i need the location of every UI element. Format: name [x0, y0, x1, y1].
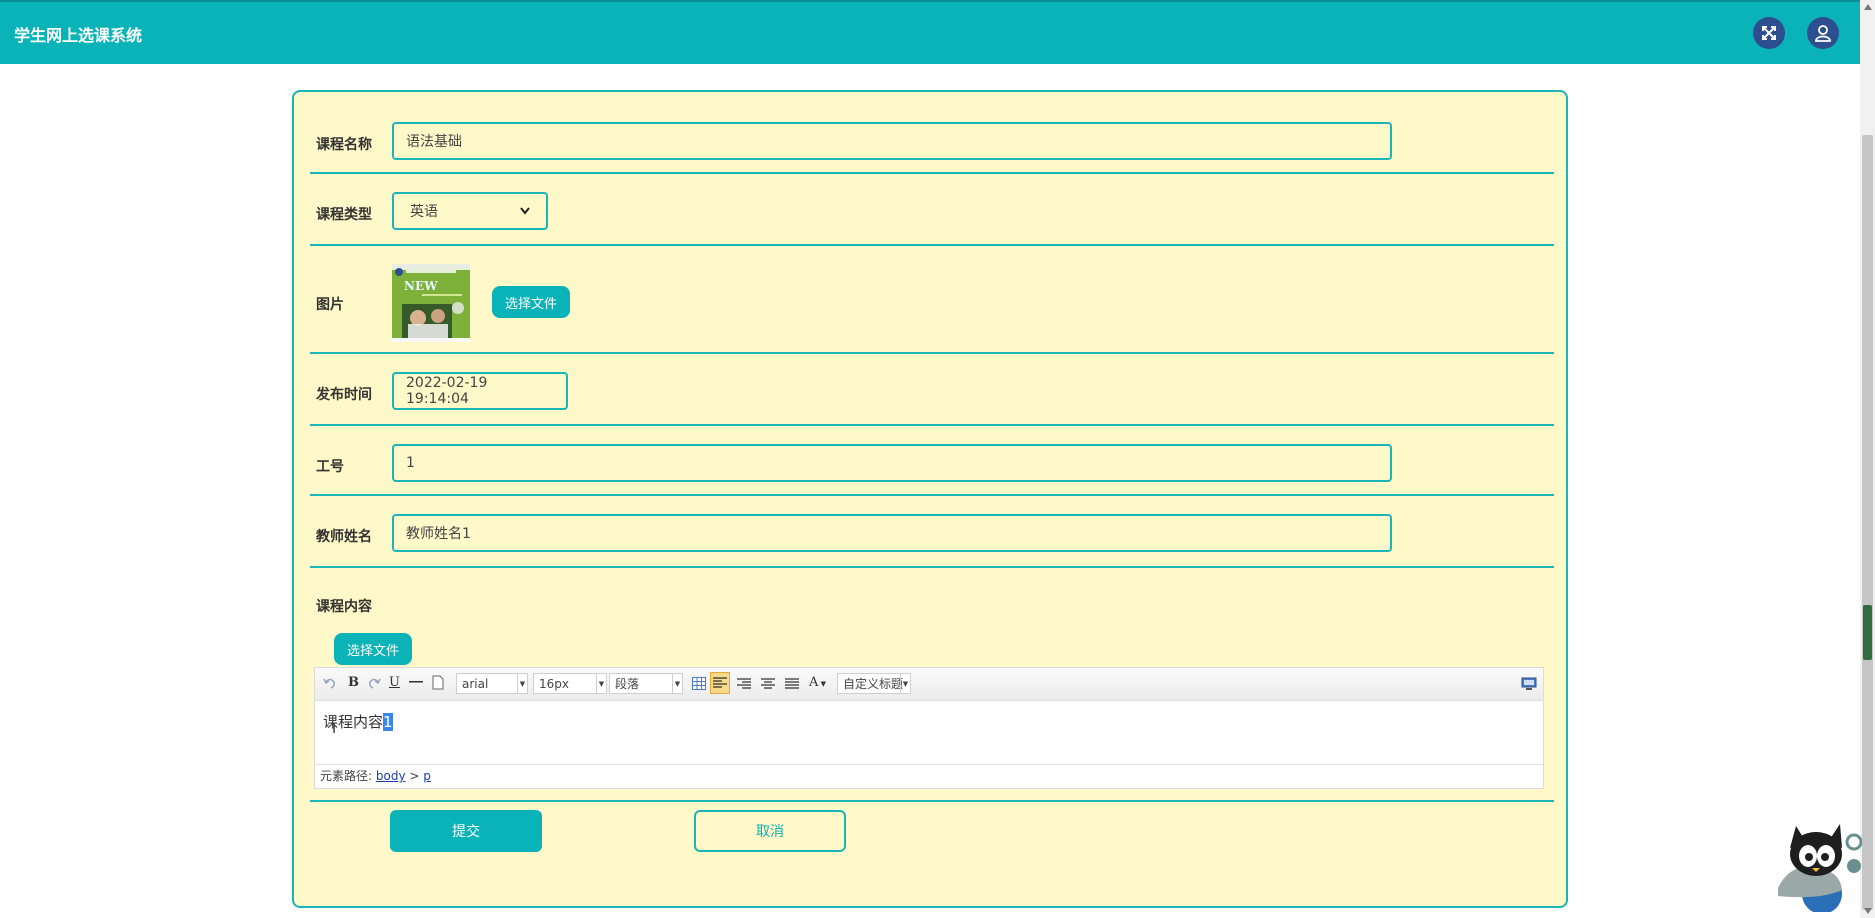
dropdown-arrow-icon: ▼ [596, 674, 606, 693]
chevron-down-icon [520, 207, 530, 215]
font-color-button[interactable]: A ▼ [809, 675, 826, 690]
svg-text:NEW: NEW [404, 279, 438, 293]
publish-time-input[interactable]: 2022-02-19 19:14:04 [392, 372, 568, 410]
editor-toolbar: B U arial ▼ 16px ▼ 段落 ▼ A ▼ 自定义标题 ▼ [315, 668, 1543, 701]
undo-icon[interactable] [323, 676, 337, 690]
app-title: 学生网上选课系统 [14, 26, 143, 45]
align-left-icon [713, 677, 727, 688]
image-row: 图片 NEW 选择文件 [310, 246, 1554, 354]
align-left-button[interactable] [710, 672, 730, 694]
paragraph-value: 段落 [615, 677, 640, 691]
table-icon[interactable] [692, 677, 706, 690]
mascot-widget[interactable] [1770, 818, 1863, 914]
course-name-label: 课程名称 [316, 137, 372, 153]
element-path-label: 元素路径: [320, 769, 373, 783]
page-scrollbar[interactable] [1860, 0, 1875, 918]
employee-id-label: 工号 [316, 459, 344, 475]
scrollbar-thumb[interactable] [1862, 135, 1873, 910]
image-upload-button[interactable]: 选择文件 [492, 286, 570, 318]
image-label: 图片 [316, 297, 344, 313]
bold-button[interactable]: B [348, 675, 359, 690]
editor-selected-text: 1 [383, 713, 393, 731]
dropdown-arrow-icon: ▼ [517, 674, 527, 693]
dropdown-arrow-icon: ▼ [818, 680, 826, 688]
scroll-up-icon[interactable] [1864, 4, 1872, 10]
course-edit-form: 课程名称 语法基础 课程类型 英语 图片 NEW 选择文件 发布时间 2022-… [292, 90, 1568, 908]
teacher-name-label: 教师姓名 [316, 529, 372, 545]
submit-button[interactable]: 提交 [390, 810, 542, 852]
course-name-input[interactable]: 语法基础 [392, 122, 1392, 160]
text-cursor-icon: I [332, 721, 337, 737]
user-button[interactable] [1807, 17, 1839, 49]
path-body-link[interactable]: body [376, 769, 406, 783]
align-justify-icon[interactable] [785, 678, 799, 690]
element-path: 元素路径: body > p [315, 764, 1543, 788]
scroll-down-icon[interactable] [1864, 908, 1872, 914]
scrollbar-marker [1863, 605, 1872, 660]
teacher-name-input[interactable]: 教师姓名1 [392, 514, 1392, 552]
dropdown-arrow-icon: ▼ [900, 674, 910, 693]
course-type-label: 课程类型 [316, 207, 372, 223]
course-content-label: 课程内容 [316, 599, 372, 615]
publish-time-row: 发布时间 2022-02-19 19:14:04 [310, 354, 1554, 426]
content-upload-button[interactable]: 选择文件 [334, 633, 412, 665]
paragraph-select[interactable]: 段落 ▼ [609, 673, 683, 694]
preview-icon[interactable] [1521, 677, 1537, 691]
page-icon[interactable] [432, 675, 444, 690]
font-color-label: A [809, 675, 819, 690]
cancel-button[interactable]: 取消 [694, 810, 846, 852]
publish-time-label: 发布时间 [316, 387, 372, 403]
course-name-row: 课程名称 语法基础 [310, 92, 1554, 174]
employee-id-row: 工号 1 [310, 426, 1554, 496]
path-p-link[interactable]: p [423, 769, 431, 783]
align-right-icon[interactable] [737, 678, 751, 690]
horizontal-rule-icon[interactable] [409, 677, 423, 687]
custom-title-select[interactable]: 自定义标题 ▼ [837, 673, 911, 694]
underline-button[interactable]: U [389, 675, 400, 690]
custom-title-value: 自定义标题 [843, 677, 904, 691]
path-separator: > [409, 769, 420, 783]
font-family-value: arial [462, 676, 489, 691]
course-type-value: 英语 [410, 204, 438, 220]
rich-text-editor: B U arial ▼ 16px ▼ 段落 ▼ A ▼ 自定义标题 ▼ 课程内容… [314, 667, 1544, 789]
course-type-row: 课程类型 英语 [310, 174, 1554, 246]
teacher-name-row: 教师姓名 教师姓名1 [310, 496, 1554, 568]
top-bar: 学生网上选课系统 [0, 0, 1860, 64]
redo-icon[interactable] [367, 676, 381, 690]
align-center-icon[interactable] [761, 678, 775, 690]
font-family-select[interactable]: arial ▼ [456, 673, 528, 694]
course-cover-image: NEW [392, 264, 470, 342]
dropdown-arrow-icon: ▼ [672, 674, 682, 693]
font-size-select[interactable]: 16px ▼ [533, 673, 607, 694]
fullscreen-button[interactable] [1753, 17, 1785, 49]
employee-id-input[interactable]: 1 [392, 444, 1392, 482]
fullscreen-icon [1762, 26, 1776, 40]
editor-content[interactable]: 课程内容1 I [315, 701, 1543, 761]
course-type-select[interactable]: 英语 [392, 192, 548, 230]
font-size-value: 16px [539, 676, 569, 691]
user-icon [1815, 25, 1831, 42]
